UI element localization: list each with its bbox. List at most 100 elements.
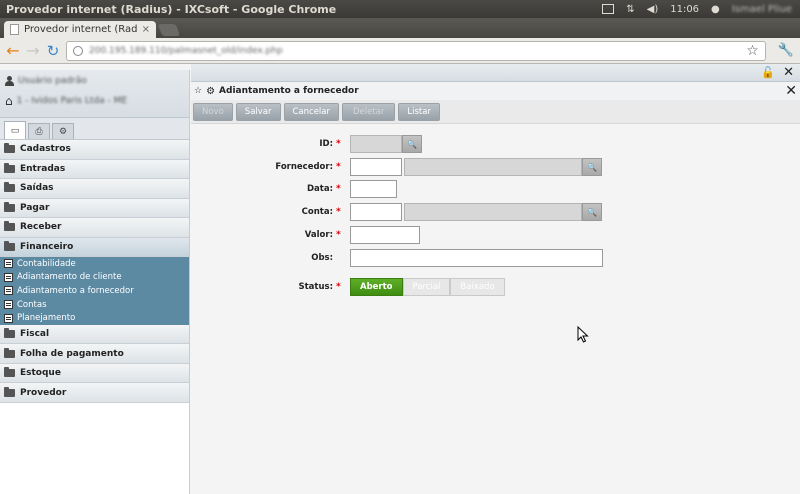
home-icon[interactable]: ⌂ bbox=[5, 94, 13, 108]
data-field[interactable] bbox=[350, 180, 397, 198]
required-mark: * bbox=[336, 282, 341, 292]
tab-settings[interactable]: ⚙ bbox=[52, 123, 74, 139]
tab-window[interactable]: ▭ bbox=[4, 121, 26, 139]
conta-search-button[interactable]: 🔍 bbox=[582, 203, 602, 221]
id-field[interactable] bbox=[350, 135, 402, 153]
site-info-icon[interactable] bbox=[73, 45, 83, 56]
back-arrow-icon[interactable]: ← bbox=[6, 42, 20, 59]
sidebar-item-cadastros[interactable]: Cadastros bbox=[0, 140, 189, 160]
sidebar-item-label: Financeiro bbox=[20, 241, 74, 252]
sidebar-item-fiscal[interactable]: Fiscal bbox=[0, 324, 189, 345]
window-title: Provedor internet (Radius) - IXCsoft - G… bbox=[6, 2, 337, 16]
close-icon[interactable]: ✕ bbox=[783, 65, 794, 80]
wrench-icon[interactable]: 🔧 bbox=[778, 43, 794, 58]
submenu-item-adiantamento-fornecedor[interactable]: Adiantamento a fornecedor bbox=[0, 284, 189, 298]
address-bar[interactable]: 200.195.189.110/palmasnet_old/index.php … bbox=[66, 40, 766, 61]
document-icon bbox=[4, 313, 13, 323]
user-icon bbox=[5, 76, 14, 86]
sidebar-item-label: Cadastros bbox=[20, 144, 71, 155]
conta-id-field[interactable] bbox=[350, 203, 402, 221]
forward-arrow-icon[interactable]: → bbox=[26, 42, 40, 59]
submenu-item-contas[interactable]: Contas bbox=[0, 298, 189, 312]
action-toolbar: Novo Salvar Cancelar Deletar Listar bbox=[191, 100, 800, 124]
tab-close-icon[interactable]: × bbox=[142, 24, 150, 35]
row-data: Data: * bbox=[191, 180, 397, 198]
os-user-name[interactable]: Ismael Pliue bbox=[732, 4, 792, 15]
sidebar-item-provedor[interactable]: Provedor bbox=[0, 383, 189, 403]
network-icon[interactable]: ⇅ bbox=[626, 4, 634, 15]
sidebar-item-financeiro[interactable]: Financeiro bbox=[0, 237, 189, 257]
sidebar-item-saidas[interactable]: Saídas bbox=[0, 179, 189, 199]
status-baixado-button[interactable]: Baixado bbox=[450, 278, 505, 296]
submenu-item-label: Planejamento bbox=[17, 313, 76, 324]
sidebar-item-receber[interactable]: Receber bbox=[0, 218, 189, 238]
cancelar-button[interactable]: Cancelar bbox=[283, 102, 339, 121]
fornecedor-label: Fornecedor: bbox=[275, 162, 333, 172]
new-tab-button[interactable] bbox=[157, 24, 181, 36]
sidebar-item-label: Receber bbox=[20, 222, 62, 233]
folder-icon bbox=[4, 347, 15, 358]
sidebar-item-folha[interactable]: Folha de pagamento bbox=[0, 344, 189, 364]
row-fornecedor: Fornecedor: * 🔍 bbox=[191, 158, 602, 176]
submenu-item-contabilidade[interactable]: Contabilidade bbox=[0, 257, 189, 271]
sidebar-item-label: Entradas bbox=[20, 163, 66, 174]
current-company: 1 - Ividos Paris Ltda - ME bbox=[16, 96, 128, 106]
deletar-button[interactable]: Deletar bbox=[342, 102, 396, 121]
novo-button[interactable]: Novo bbox=[193, 102, 233, 121]
volume-icon[interactable]: ◀) bbox=[647, 4, 659, 15]
current-user: Usuário padrão bbox=[18, 76, 87, 86]
submenu-item-adiantamento-cliente[interactable]: Adiantamento de cliente bbox=[0, 271, 189, 285]
submenu-item-label: Adiantamento a fornecedor bbox=[17, 285, 134, 296]
search-icon: 🔍 bbox=[587, 207, 597, 217]
favorite-star-icon[interactable]: ☆ bbox=[194, 86, 202, 96]
fornecedor-name-field[interactable] bbox=[404, 158, 582, 176]
panel-close-icon[interactable]: ✕ bbox=[785, 83, 797, 99]
sidebar-item-entradas[interactable]: Entradas bbox=[0, 159, 189, 179]
mail-icon[interactable] bbox=[602, 4, 615, 14]
reload-icon[interactable]: ↻ bbox=[46, 43, 60, 59]
fornecedor-id-field[interactable] bbox=[350, 158, 402, 176]
sidebar-item-label: Saídas bbox=[20, 183, 54, 194]
status-aberto-button[interactable]: Aberto bbox=[350, 278, 403, 296]
sidebar-item-label: Provedor bbox=[20, 387, 67, 398]
bookmark-star-icon[interactable]: ☆ bbox=[746, 43, 759, 59]
document-icon bbox=[4, 259, 13, 269]
system-tray: ⇅ ◀) 11:06 ● Ismael Pliue bbox=[602, 4, 800, 15]
sidebar-tabs: ▭ ⎙ ⚙ bbox=[0, 118, 189, 140]
search-icon: 🔍 bbox=[587, 162, 597, 172]
status-parcial-button[interactable]: Parcial bbox=[402, 278, 451, 296]
sidebar-item-label: Pagar bbox=[20, 202, 50, 213]
conta-name-field[interactable] bbox=[404, 203, 582, 221]
panel-header: ☆ ⚙ Adiantamento a fornecedor ✕ bbox=[191, 82, 800, 100]
folder-icon bbox=[4, 182, 15, 193]
settings-gear-icon[interactable]: ⚙ bbox=[206, 86, 215, 97]
submenu-item-label: Adiantamento de cliente bbox=[17, 272, 122, 283]
document-icon bbox=[4, 272, 13, 282]
status-label: Status: bbox=[298, 282, 334, 292]
salvar-button[interactable]: Salvar bbox=[235, 102, 281, 121]
submenu-item-planejamento[interactable]: Planejamento bbox=[0, 311, 189, 325]
required-mark: * bbox=[336, 162, 341, 172]
conta-label: Conta: bbox=[301, 207, 333, 217]
clock[interactable]: 11:06 bbox=[670, 4, 699, 15]
browser-tab[interactable]: Provedor internet (Radius × bbox=[4, 21, 156, 38]
valor-field[interactable] bbox=[350, 226, 420, 244]
sidebar-item-pagar[interactable]: Pagar bbox=[0, 198, 189, 218]
url-text[interactable]: 200.195.189.110/palmasnet_old/index.php bbox=[89, 46, 740, 56]
listar-button[interactable]: Listar bbox=[398, 102, 440, 121]
tab-title: Provedor internet (Radius bbox=[24, 24, 137, 35]
id-label: ID: bbox=[319, 139, 333, 149]
obs-field[interactable] bbox=[350, 249, 603, 267]
data-label: Data: bbox=[307, 184, 333, 194]
required-mark: * bbox=[336, 207, 341, 217]
sidebar-header: Usuário padrão ⌂ 1 - Ividos Paris Ltda -… bbox=[0, 70, 189, 118]
submenu-item-label: Contabilidade bbox=[17, 258, 76, 269]
financeiro-submenu: Contabilidade Adiantamento de cliente Ad… bbox=[0, 257, 189, 325]
tab-print[interactable]: ⎙ bbox=[28, 123, 50, 139]
left-sidebar: Usuário padrão ⌂ 1 - Ividos Paris Ltda -… bbox=[0, 70, 190, 494]
unlock-icon[interactable]: 🔓 bbox=[761, 66, 775, 79]
sidebar-item-estoque[interactable]: Estoque bbox=[0, 363, 189, 384]
browser-tabstrip: Provedor internet (Radius × bbox=[0, 18, 800, 38]
fornecedor-search-button[interactable]: 🔍 bbox=[582, 158, 602, 176]
id-search-button[interactable]: 🔍 bbox=[402, 135, 422, 153]
